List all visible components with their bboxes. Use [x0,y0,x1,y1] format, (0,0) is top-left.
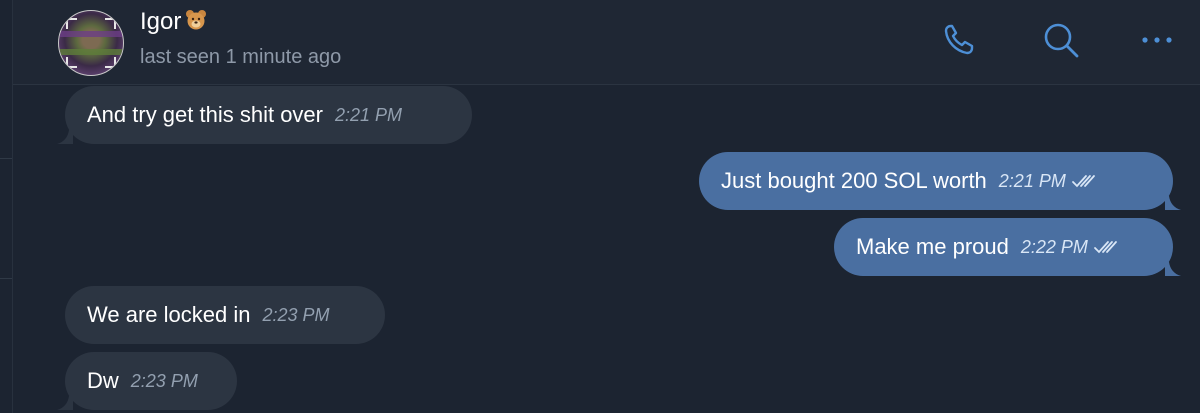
bubble-tail [57,396,73,410]
message-text: And try get this shit over [87,102,323,127]
message-bubble-incoming[interactable]: And try get this shit over 2:21 PM [57,86,472,144]
message-time: 2:21 PM [335,104,403,125]
more-icon[interactable] [1133,18,1181,62]
message-bubble-outgoing[interactable]: Just bought 200 SOL worth 2:21 PM [699,152,1181,210]
message-bubble-outgoing[interactable]: Make me proud 2:22 PM [834,218,1181,276]
last-seen-status: last seen 1 minute ago [140,46,342,68]
message-text: Just bought 200 SOL worth [721,168,987,193]
message-bubble-incoming[interactable]: Dw 2:23 PM [57,352,237,410]
read-checkmarks-icon [1071,175,1095,188]
bubble-tail [57,130,73,144]
message-text: Make me proud [856,234,1009,259]
bubble-tail [1165,262,1181,276]
message-time: 2:23 PM [262,304,330,325]
search-icon[interactable] [1038,18,1086,62]
divider [0,158,12,159]
read-checkmarks-icon [1094,241,1117,254]
divider [0,278,12,279]
message-bubble-incoming[interactable]: We are locked in 2:23 PM [65,286,385,344]
message-time: 2:22 PM [1020,236,1088,257]
avatar[interactable] [58,10,124,76]
message-time: 2:21 PM [998,170,1066,191]
chat-list-edge [0,0,13,413]
message-time: 2:23 PM [130,370,198,391]
bear-face-icon [185,9,207,35]
message-text: We are locked in [87,302,251,327]
phone-icon[interactable] [935,18,983,62]
contact-name[interactable]: Igor [140,8,207,36]
contact-name-text: Igor [140,8,182,35]
chat-header: Igor last seen 1 minute ago [13,0,1200,85]
bubble-tail [1165,196,1181,210]
message-text: Dw [87,368,119,393]
